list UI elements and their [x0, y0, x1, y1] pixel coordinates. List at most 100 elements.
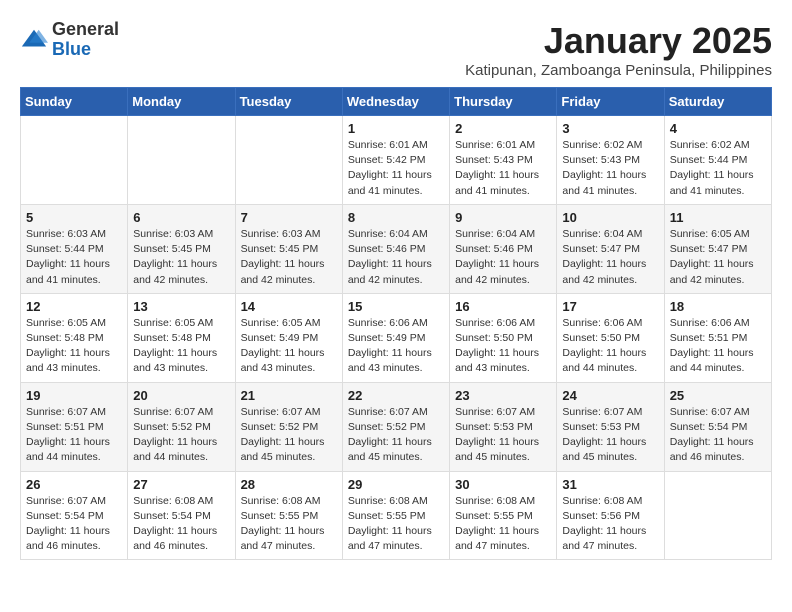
calendar-cell: 23Sunrise: 6:07 AM Sunset: 5:53 PM Dayli…	[450, 382, 557, 471]
day-info: Sunrise: 6:07 AM Sunset: 5:54 PM Dayligh…	[670, 405, 766, 466]
logo-blue-text: Blue	[52, 40, 119, 60]
calendar-location: Katipunan, Zamboanga Peninsula, Philippi…	[465, 62, 772, 79]
calendar-cell: 26Sunrise: 6:07 AM Sunset: 5:54 PM Dayli…	[21, 471, 128, 560]
calendar-cell: 22Sunrise: 6:07 AM Sunset: 5:52 PM Dayli…	[342, 382, 449, 471]
weekday-header-sunday: Sunday	[21, 88, 128, 116]
calendar-cell: 13 Sunrise: 6:05 AM Sunset: 5:48 PM Dayli…	[128, 293, 235, 382]
day-number: 17	[562, 299, 658, 314]
day-info: Sunrise: 6:07 AM Sunset: 5:52 PM Dayligh…	[241, 405, 337, 466]
weekday-header-wednesday: Wednesday	[342, 88, 449, 116]
day-number: 20	[133, 388, 229, 403]
day-number: 5	[26, 210, 122, 225]
day-number: 9	[455, 210, 551, 225]
weekday-header-thursday: Thursday	[450, 88, 557, 116]
day-info: Sunrise: 6:03 AM Sunset: 5:45 PM Dayligh…	[133, 227, 229, 288]
day-number: 24	[562, 388, 658, 403]
day-info: Sunrise: 6:01 AM Sunset: 5:43 PM Dayligh…	[455, 138, 551, 199]
calendar-cell: 1 Sunrise: 6:01 AM Sunset: 5:42 PM Daylig…	[342, 116, 449, 205]
day-info: Sunrise: 6:05 AM Sunset: 5:48 PM Dayligh…	[133, 316, 229, 377]
calendar-table: SundayMondayTuesdayWednesdayThursdayFrid…	[20, 87, 772, 560]
day-number: 10	[562, 210, 658, 225]
day-info: Sunrise: 6:05 AM Sunset: 5:47 PM Dayligh…	[670, 227, 766, 288]
calendar-cell: 20 Sunrise: 6:07 AM Sunset: 5:52 PM Dayli…	[128, 382, 235, 471]
day-number: 30	[455, 477, 551, 492]
day-number: 11	[670, 210, 766, 225]
calendar-cell	[235, 116, 342, 205]
weekday-header-saturday: Saturday	[664, 88, 771, 116]
calendar-cell: 2Sunrise: 6:01 AM Sunset: 5:43 PM Daylig…	[450, 116, 557, 205]
day-number: 18	[670, 299, 766, 314]
day-info: Sunrise: 6:04 AM Sunset: 5:47 PM Dayligh…	[562, 227, 658, 288]
day-info: Sunrise: 6:03 AM Sunset: 5:45 PM Dayligh…	[241, 227, 337, 288]
calendar-cell: 17 Sunrise: 6:06 AM Sunset: 5:50 PM Dayli…	[557, 293, 664, 382]
calendar-cell: 7 Sunrise: 6:03 AM Sunset: 5:45 PM Daylig…	[235, 204, 342, 293]
calendar-cell: 10 Sunrise: 6:04 AM Sunset: 5:47 PM Dayli…	[557, 204, 664, 293]
day-number: 3	[562, 121, 658, 136]
day-number: 14	[241, 299, 337, 314]
calendar-cell: 16 Sunrise: 6:06 AM Sunset: 5:50 PM Dayli…	[450, 293, 557, 382]
calendar-cell	[664, 471, 771, 560]
calendar-cell: 31 Sunrise: 6:08 AM Sunset: 5:56 PM Dayli…	[557, 471, 664, 560]
day-info: Sunrise: 6:07 AM Sunset: 5:51 PM Dayligh…	[26, 405, 122, 466]
calendar-cell: 25 Sunrise: 6:07 AM Sunset: 5:54 PM Dayli…	[664, 382, 771, 471]
day-number: 8	[348, 210, 444, 225]
calendar-cell: 8 Sunrise: 6:04 AM Sunset: 5:46 PM Daylig…	[342, 204, 449, 293]
day-info: Sunrise: 6:08 AM Sunset: 5:55 PM Dayligh…	[348, 494, 444, 555]
calendar-cell: 24 Sunrise: 6:07 AM Sunset: 5:53 PM Dayli…	[557, 382, 664, 471]
day-info: Sunrise: 6:05 AM Sunset: 5:48 PM Dayligh…	[26, 316, 122, 377]
calendar-cell: 27Sunrise: 6:08 AM Sunset: 5:54 PM Dayli…	[128, 471, 235, 560]
day-info: Sunrise: 6:07 AM Sunset: 5:53 PM Dayligh…	[562, 405, 658, 466]
day-number: 4	[670, 121, 766, 136]
day-info: Sunrise: 6:03 AM Sunset: 5:44 PM Dayligh…	[26, 227, 122, 288]
weekday-header-monday: Monday	[128, 88, 235, 116]
day-number: 13	[133, 299, 229, 314]
day-number: 26	[26, 477, 122, 492]
calendar-week-4: 19 Sunrise: 6:07 AM Sunset: 5:51 PM Dayli…	[21, 382, 772, 471]
day-number: 23	[455, 388, 551, 403]
calendar-title: January 2025	[465, 20, 772, 62]
day-info: Sunrise: 6:01 AM Sunset: 5:42 PM Dayligh…	[348, 138, 444, 199]
logo-text: General Blue	[52, 20, 119, 60]
weekday-header-friday: Friday	[557, 88, 664, 116]
day-info: Sunrise: 6:08 AM Sunset: 5:55 PM Dayligh…	[241, 494, 337, 555]
logo-general-text: General	[52, 20, 119, 40]
logo: General Blue	[20, 20, 119, 60]
day-number: 19	[26, 388, 122, 403]
day-number: 1	[348, 121, 444, 136]
day-number: 31	[562, 477, 658, 492]
calendar-cell: 6 Sunrise: 6:03 AM Sunset: 5:45 PM Daylig…	[128, 204, 235, 293]
day-info: Sunrise: 6:06 AM Sunset: 5:51 PM Dayligh…	[670, 316, 766, 377]
day-info: Sunrise: 6:06 AM Sunset: 5:49 PM Dayligh…	[348, 316, 444, 377]
day-info: Sunrise: 6:02 AM Sunset: 5:43 PM Dayligh…	[562, 138, 658, 199]
day-info: Sunrise: 6:06 AM Sunset: 5:50 PM Dayligh…	[455, 316, 551, 377]
day-info: Sunrise: 6:06 AM Sunset: 5:50 PM Dayligh…	[562, 316, 658, 377]
day-number: 16	[455, 299, 551, 314]
title-area: January 2025 Katipunan, Zamboanga Penins…	[465, 20, 772, 79]
calendar-cell: 19 Sunrise: 6:07 AM Sunset: 5:51 PM Dayli…	[21, 382, 128, 471]
day-info: Sunrise: 6:05 AM Sunset: 5:49 PM Dayligh…	[241, 316, 337, 377]
weekday-header-row: SundayMondayTuesdayWednesdayThursdayFrid…	[21, 88, 772, 116]
day-info: Sunrise: 6:07 AM Sunset: 5:52 PM Dayligh…	[133, 405, 229, 466]
day-number: 22	[348, 388, 444, 403]
day-number: 6	[133, 210, 229, 225]
calendar-week-5: 26Sunrise: 6:07 AM Sunset: 5:54 PM Dayli…	[21, 471, 772, 560]
day-info: Sunrise: 6:08 AM Sunset: 5:56 PM Dayligh…	[562, 494, 658, 555]
weekday-header-tuesday: Tuesday	[235, 88, 342, 116]
calendar-cell: 29 Sunrise: 6:08 AM Sunset: 5:55 PM Dayli…	[342, 471, 449, 560]
calendar-cell: 15 Sunrise: 6:06 AM Sunset: 5:49 PM Dayli…	[342, 293, 449, 382]
day-number: 25	[670, 388, 766, 403]
calendar-week-3: 12Sunrise: 6:05 AM Sunset: 5:48 PM Dayli…	[21, 293, 772, 382]
day-number: 7	[241, 210, 337, 225]
calendar-cell: 12Sunrise: 6:05 AM Sunset: 5:48 PM Dayli…	[21, 293, 128, 382]
calendar-cell: 30Sunrise: 6:08 AM Sunset: 5:55 PM Dayli…	[450, 471, 557, 560]
calendar-cell	[21, 116, 128, 205]
calendar-cell	[128, 116, 235, 205]
day-info: Sunrise: 6:04 AM Sunset: 5:46 PM Dayligh…	[348, 227, 444, 288]
calendar-cell: 21Sunrise: 6:07 AM Sunset: 5:52 PM Dayli…	[235, 382, 342, 471]
day-number: 15	[348, 299, 444, 314]
calendar-week-2: 5 Sunrise: 6:03 AM Sunset: 5:44 PM Daylig…	[21, 204, 772, 293]
calendar-cell: 14 Sunrise: 6:05 AM Sunset: 5:49 PM Dayli…	[235, 293, 342, 382]
calendar-week-1: 1 Sunrise: 6:01 AM Sunset: 5:42 PM Daylig…	[21, 116, 772, 205]
calendar-cell: 4Sunrise: 6:02 AM Sunset: 5:44 PM Daylig…	[664, 116, 771, 205]
day-number: 29	[348, 477, 444, 492]
